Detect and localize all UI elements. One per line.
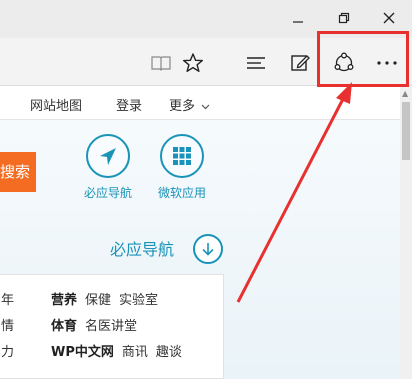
nav-link-login[interactable]: 登录 bbox=[116, 95, 142, 114]
link-fragment[interactable]: 情 bbox=[1, 315, 14, 334]
link-category[interactable]: WP中文网 bbox=[51, 345, 114, 360]
links-panel: 年 情 力 营养 保健 实验室 体育 名医讲堂 WP中文网 商讯 趣谈 bbox=[0, 274, 224, 379]
share-icon[interactable] bbox=[331, 50, 357, 76]
more-actions-icon[interactable] bbox=[374, 50, 400, 76]
restore-icon[interactable] bbox=[332, 6, 356, 30]
hub-icon[interactable] bbox=[243, 50, 269, 76]
close-icon[interactable] bbox=[377, 6, 401, 30]
scroll-up-icon[interactable]: ▲ bbox=[402, 90, 410, 98]
section-title: 必应导航 bbox=[110, 240, 175, 259]
navigation-arrow-icon bbox=[86, 134, 130, 178]
link-item[interactable]: 商讯 bbox=[122, 345, 148, 360]
link-item[interactable]: 实验室 bbox=[119, 293, 158, 308]
app-bing-nav[interactable]: 必应导航 bbox=[78, 134, 138, 201]
app-label-ms-apps: 微软应用 bbox=[157, 186, 206, 200]
nav-link-more[interactable]: 更多 bbox=[169, 95, 210, 114]
reading-view-icon[interactable] bbox=[148, 50, 174, 76]
app-label-bing-nav: 必应导航 bbox=[83, 186, 132, 200]
search-button[interactable]: 搜索 bbox=[0, 152, 36, 192]
link-item[interactable]: 趣谈 bbox=[156, 345, 182, 360]
browser-toolbar bbox=[0, 38, 412, 86]
link-item[interactable]: 名医讲堂 bbox=[85, 319, 137, 334]
link-fragment[interactable]: 力 bbox=[1, 341, 14, 360]
down-arrow-circle-icon[interactable] bbox=[193, 234, 223, 264]
link-category[interactable]: 营养 bbox=[51, 293, 77, 308]
favorites-star-icon[interactable] bbox=[180, 50, 206, 76]
title-bar bbox=[0, 0, 412, 38]
app-grid-icon bbox=[160, 134, 204, 178]
page-scrollbar[interactable]: ▲ bbox=[400, 86, 412, 379]
link-row: 营养 保健 实验室 bbox=[51, 289, 166, 308]
app-ms-apps[interactable]: 微软应用 bbox=[152, 134, 212, 201]
nav-more-label: 更多 bbox=[169, 99, 196, 114]
link-fragment[interactable]: 年 bbox=[1, 289, 14, 308]
minimize-icon[interactable] bbox=[286, 6, 310, 30]
chevron-down-icon bbox=[201, 104, 210, 110]
nav-link-sitemap[interactable]: 网站地图 bbox=[30, 95, 82, 114]
link-row: 体育 名医讲堂 bbox=[51, 315, 145, 334]
link-category[interactable]: 体育 bbox=[51, 319, 77, 334]
scroll-thumb[interactable] bbox=[402, 102, 410, 160]
site-nav-bar: 网站地图 登录 更多 bbox=[0, 86, 400, 120]
web-page-content: 网站地图 登录 更多 搜索 必应导航 微软应用 必应导航 年 情 力 营养 保健… bbox=[0, 86, 400, 379]
web-note-icon[interactable] bbox=[287, 50, 313, 76]
link-item[interactable]: 保健 bbox=[85, 293, 111, 308]
link-row: WP中文网 商讯 趣谈 bbox=[51, 341, 190, 360]
